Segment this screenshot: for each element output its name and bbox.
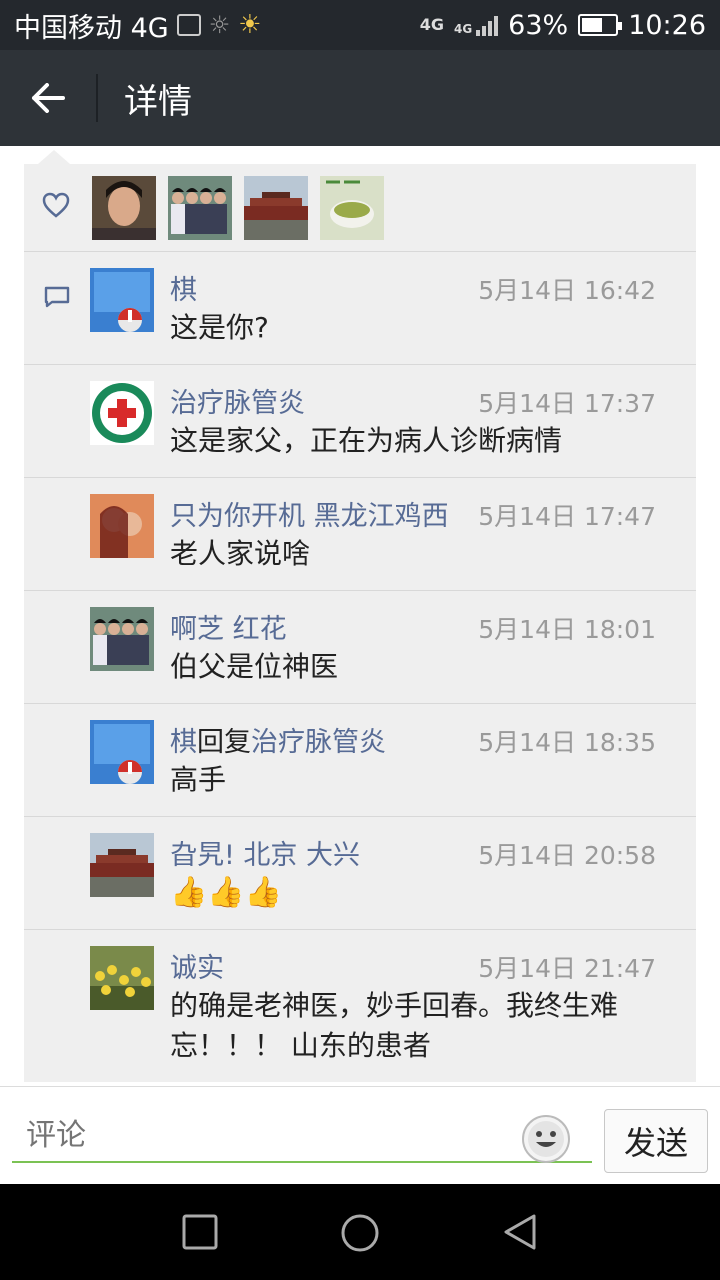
comment-header: 治疗脉管炎 5月14日 17:37 bbox=[170, 381, 696, 421]
send-button[interactable]: 发送 bbox=[604, 1109, 708, 1173]
system-nav-bar bbox=[0, 1184, 720, 1280]
commenter-avatar[interactable] bbox=[90, 720, 154, 784]
commenter-name[interactable]: 啊芝 红花 bbox=[170, 607, 287, 646]
comment-time: 5月14日 17:37 bbox=[478, 389, 656, 418]
panel-notch bbox=[38, 150, 70, 164]
like-avatars bbox=[92, 176, 384, 240]
clock: 10:26 bbox=[628, 9, 706, 41]
title-divider bbox=[96, 74, 98, 122]
triangle-back-icon[interactable] bbox=[502, 1214, 538, 1250]
comment-text: 👍👍👍 bbox=[170, 875, 283, 910]
commenter-name[interactable]: 只为你开机 黑龙江鸡西 bbox=[170, 494, 449, 533]
comment-input[interactable] bbox=[12, 1109, 592, 1163]
comment-time: 5月14日 18:01 bbox=[478, 615, 656, 644]
comment-row[interactable]: 旮旯! 北京 大兴 5月14日 20:58 👍👍👍 bbox=[24, 817, 696, 930]
signal-bars-icon bbox=[476, 14, 499, 36]
square-icon[interactable] bbox=[182, 1214, 218, 1250]
commenter-name[interactable]: 棋 bbox=[170, 268, 197, 307]
comment-row[interactable]: 诚实 5月14日 21:47 的确是老神医，妙手回春。我终生难忘！！！ 山东的患者 bbox=[24, 930, 696, 1082]
settings-notification-icon: ☼ bbox=[208, 11, 231, 39]
arrow-left-icon bbox=[32, 83, 65, 113]
back-button[interactable] bbox=[0, 50, 96, 146]
commenter-avatar[interactable] bbox=[90, 494, 154, 558]
commenter-avatar[interactable] bbox=[90, 946, 154, 1010]
like-avatar[interactable] bbox=[320, 176, 384, 240]
comment-header: 只为你开机 黑龙江鸡西 5月14日 17:47 bbox=[170, 494, 696, 534]
comment-input-bar: 发送 bbox=[0, 1086, 720, 1184]
network-type-1: 4G bbox=[419, 15, 444, 34]
commenter-name[interactable]: 治疗脉管炎 bbox=[170, 381, 305, 420]
network-type-2: 4G bbox=[453, 22, 473, 36]
comment-text: 的确是老神医，妙手回春。我终生难忘！！！ 山东的患者 bbox=[170, 989, 619, 1062]
commenter-avatar[interactable] bbox=[90, 607, 154, 671]
comment-time: 5月14日 21:47 bbox=[478, 954, 656, 983]
interaction-panel: 棋 5月14日 16:42 这是你? 治疗脉管炎 5月14日 17:37 这是家父，正在为… bbox=[24, 164, 696, 1082]
status-bar: 中国移动 4G ☼ ☀ 4G 4G 63% 10:26 bbox=[0, 0, 720, 50]
comment-text: 这是家父，正在为病人诊断病情 bbox=[170, 424, 563, 457]
carrier-label: 中国移动 4G bbox=[14, 12, 169, 44]
comment-detail-content[interactable]: 棋 5月14日 16:42 这是你? 治疗脉管炎 5月14日 17:37 这是家父，正在为… bbox=[0, 146, 720, 1086]
commenter-name[interactable]: 诚实 bbox=[170, 946, 224, 985]
reply-target-name[interactable]: 治疗脉管炎 bbox=[251, 720, 386, 759]
like-avatar[interactable] bbox=[168, 176, 232, 240]
image-notification-icon bbox=[176, 14, 201, 36]
comment-row[interactable]: 棋回复 治疗脉管炎 5月14日 18:35 高手 bbox=[24, 704, 696, 817]
comment-row[interactable]: 只为你开机 黑龙江鸡西 5月14日 17:47 老人家说啥 bbox=[24, 478, 696, 591]
comment-text: 高手 bbox=[170, 763, 227, 796]
comment-row[interactable]: 棋 5月14日 16:42 这是你? bbox=[24, 252, 696, 365]
comment-header: 棋回复 治疗脉管炎 5月14日 18:35 bbox=[170, 720, 696, 760]
commenter-name[interactable]: 旮旯! 北京 大兴 bbox=[170, 833, 360, 872]
comment-time: 5月14日 18:35 bbox=[478, 728, 656, 757]
like-avatar[interactable] bbox=[244, 176, 308, 240]
comment-text: 这是你? bbox=[170, 311, 269, 344]
comment-row[interactable]: 啊芝 红花 5月14日 18:01 伯父是位神医 bbox=[24, 591, 696, 704]
comment-header: 棋 5月14日 16:42 bbox=[170, 268, 696, 308]
sun-notification-icon: ☀ bbox=[238, 10, 262, 40]
comment-text: 老人家说啥 bbox=[170, 537, 311, 570]
comment-header: 啊芝 红花 5月14日 18:01 bbox=[170, 607, 696, 647]
commenter-avatar[interactable] bbox=[90, 833, 154, 897]
battery-percent: 63% bbox=[508, 9, 569, 41]
heart-icon bbox=[42, 192, 70, 225]
like-avatar[interactable] bbox=[92, 176, 156, 240]
comment-row[interactable]: 治疗脉管炎 5月14日 17:37 这是家父，正在为病人诊断病情 bbox=[24, 365, 696, 478]
likes-row bbox=[24, 164, 696, 252]
commenter-avatar[interactable] bbox=[90, 381, 154, 445]
smiley-icon bbox=[528, 1121, 564, 1157]
commenter-name[interactable]: 棋 bbox=[170, 720, 197, 759]
circle-icon[interactable] bbox=[340, 1213, 380, 1253]
battery-fill bbox=[582, 18, 603, 32]
comment-time: 5月14日 20:58 bbox=[478, 841, 656, 870]
comment-time: 5月14日 16:42 bbox=[478, 276, 656, 305]
commenter-avatar[interactable] bbox=[90, 268, 154, 332]
comment-bubble-icon bbox=[44, 286, 70, 308]
comment-list: 棋 5月14日 16:42 这是你? 治疗脉管炎 5月14日 17:37 这是家父，正在为… bbox=[24, 252, 696, 1082]
comment-text: 伯父是位神医 bbox=[170, 650, 339, 683]
page-title: 详情 bbox=[124, 81, 192, 122]
comment-header: 诚实 5月14日 21:47 bbox=[170, 946, 696, 986]
signal-icon: 4G bbox=[453, 14, 499, 36]
emoji-button[interactable] bbox=[522, 1115, 570, 1163]
comment-time: 5月14日 17:47 bbox=[478, 502, 656, 531]
comment-header: 旮旯! 北京 大兴 5月14日 20:58 bbox=[170, 833, 696, 873]
title-bar: 详情 bbox=[0, 50, 720, 146]
reply-word: 回复 bbox=[197, 727, 251, 758]
battery-icon bbox=[578, 14, 623, 36]
